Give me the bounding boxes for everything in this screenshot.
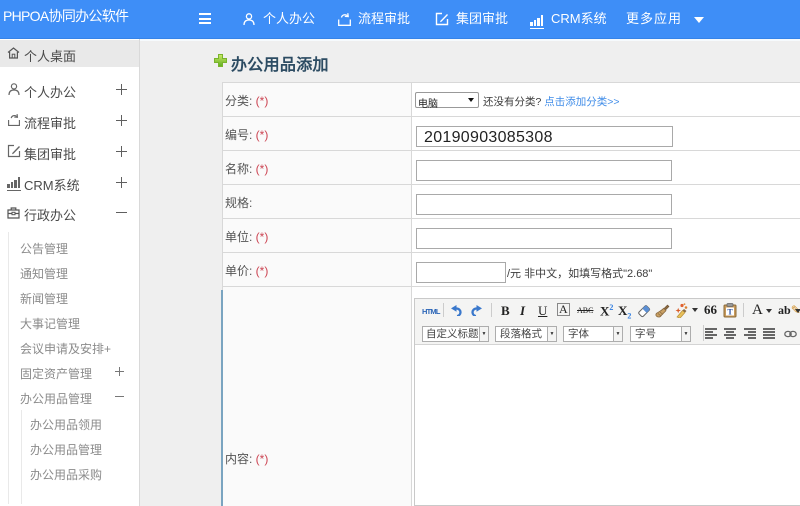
svg-text:T: T: [727, 308, 733, 317]
